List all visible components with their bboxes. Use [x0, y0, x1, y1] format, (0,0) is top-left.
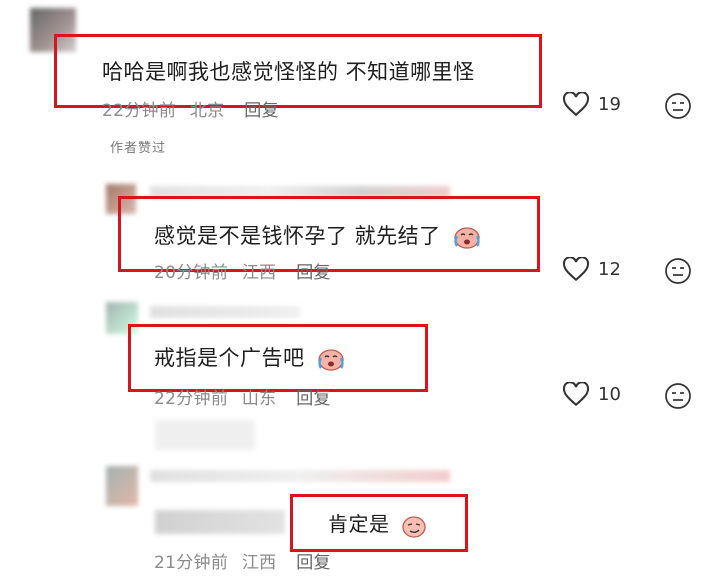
comment-text-content: 戒指是个广告吧 [154, 346, 305, 370]
reply-button[interactable]: 回复 [296, 553, 331, 573]
username-blurred [150, 306, 300, 318]
comment-meta: 22分钟前 山东 回复 [154, 384, 331, 409]
comment-time: 21分钟前 [154, 553, 229, 573]
avatar[interactable] [106, 466, 138, 506]
username-blurred [155, 510, 285, 534]
neutral-face-icon[interactable] [664, 382, 692, 410]
crying-face-emoji [454, 227, 480, 249]
crying-face-emoji [317, 349, 344, 371]
username-blurred [150, 470, 450, 482]
comment-text-content: 肯定是 [328, 512, 390, 536]
comment-time: 20分钟前 [154, 263, 229, 283]
heart-icon [562, 257, 590, 282]
like-button[interactable]: 12 [562, 257, 621, 282]
comment-meta: 22分钟前 北京 回复 [102, 96, 279, 121]
like-count: 12 [598, 259, 621, 280]
reply-button[interactable]: 回复 [244, 101, 279, 121]
like-button[interactable]: 10 [562, 382, 621, 407]
smirk-face-emoji [402, 515, 427, 538]
comment-location: 江西 [241, 263, 277, 283]
reply-button[interactable]: 回复 [296, 263, 331, 283]
blurred-content [155, 420, 255, 450]
comment-text-content: 感觉是不是钱怀孕了 就先结了 [154, 224, 441, 248]
comment-location: 江西 [241, 553, 277, 573]
comment-text: 戒指是个广告吧 [154, 342, 346, 372]
comment-meta: 20分钟前 江西 回复 [154, 258, 331, 283]
heart-icon [562, 382, 590, 407]
like-count: 19 [598, 94, 621, 115]
like-button[interactable]: 19 [562, 92, 621, 117]
comment-location: 山东 [241, 389, 277, 409]
reply-button[interactable]: 回复 [296, 389, 331, 409]
comment-text: 肯定是 [328, 508, 428, 539]
comment-time: 22分钟前 [154, 389, 229, 409]
neutral-face-icon[interactable] [664, 92, 692, 120]
comment-text: 哈哈是啊我也感觉怪怪的 不知道哪里怪 [102, 60, 475, 84]
like-count: 10 [598, 384, 621, 405]
heart-icon [562, 92, 590, 117]
comment-time: 22分钟前 [102, 101, 177, 121]
comment-meta: 21分钟前 江西 回复 [154, 548, 331, 573]
neutral-face-icon[interactable] [664, 257, 692, 285]
comment-location: 北京 [189, 101, 225, 121]
comment-text: 感觉是不是钱怀孕了 就先结了 [154, 220, 482, 250]
author-liked-tag: 作者赞过 [110, 141, 167, 156]
